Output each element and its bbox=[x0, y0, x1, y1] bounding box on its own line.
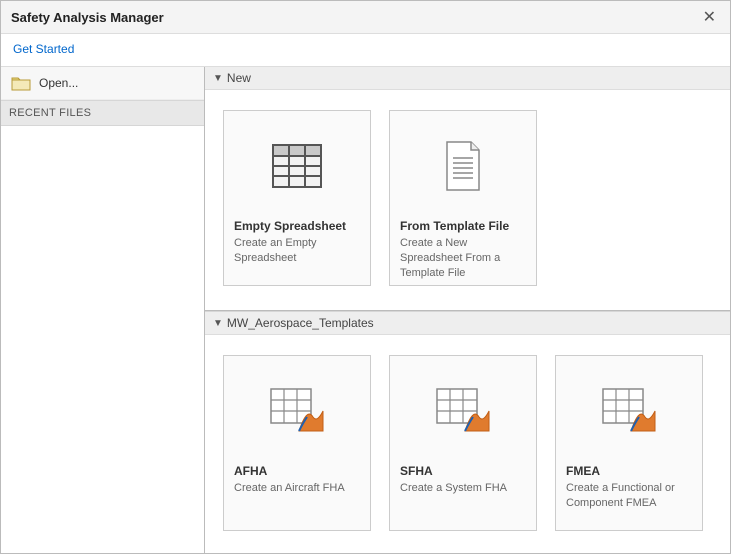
caret-down-icon: ▼ bbox=[213, 318, 223, 329]
safety-analysis-manager-window: Safety Analysis Manager ✕ Get Started Op… bbox=[0, 0, 731, 554]
card-desc: Create a Functional or Component FMEA bbox=[566, 481, 692, 511]
card-title: Empty Spreadsheet bbox=[234, 219, 360, 233]
card-meta: From Template File Create a New Spreadsh… bbox=[390, 211, 536, 291]
card-meta: FMEA Create a Functional or Component FM… bbox=[556, 456, 702, 521]
sheet-matlab-icon bbox=[556, 356, 702, 456]
section-aerospace-templates: ▼ MW_Aerospace_Templates bbox=[205, 311, 730, 553]
titlebar: Safety Analysis Manager ✕ bbox=[1, 1, 730, 34]
get-started-link[interactable]: Get Started bbox=[13, 42, 74, 56]
toolbar: Get Started bbox=[1, 34, 730, 67]
card-afha[interactable]: AFHA Create an Aircraft FHA bbox=[223, 355, 371, 531]
section-new-cards: Empty Spreadsheet Create an Empty Spread… bbox=[205, 90, 730, 292]
card-meta: Empty Spreadsheet Create an Empty Spread… bbox=[224, 211, 370, 276]
card-title: FMEA bbox=[566, 464, 692, 478]
document-icon bbox=[390, 111, 536, 211]
section-aero-cards: AFHA Create an Aircraft FHA bbox=[205, 335, 730, 537]
window-title: Safety Analysis Manager bbox=[11, 10, 164, 25]
sheet-matlab-icon bbox=[224, 356, 370, 456]
card-desc: Create a New Spreadsheet From a Template… bbox=[400, 236, 526, 281]
content-area: ▼ New bbox=[205, 67, 730, 553]
caret-down-icon: ▼ bbox=[213, 73, 223, 84]
card-title: SFHA bbox=[400, 464, 526, 478]
recent-files-header: RECENT FILES bbox=[1, 100, 204, 126]
card-from-template[interactable]: From Template File Create a New Spreadsh… bbox=[389, 110, 537, 286]
card-desc: Create a System FHA bbox=[400, 481, 526, 496]
card-fmea[interactable]: FMEA Create a Functional or Component FM… bbox=[555, 355, 703, 531]
section-new-title: New bbox=[227, 71, 251, 85]
card-sfha[interactable]: SFHA Create a System FHA bbox=[389, 355, 537, 531]
section-aero-title: MW_Aerospace_Templates bbox=[227, 316, 374, 330]
card-meta: AFHA Create an Aircraft FHA bbox=[224, 456, 370, 506]
sheet-matlab-icon bbox=[390, 356, 536, 456]
folder-icon bbox=[11, 75, 31, 91]
section-new-header[interactable]: ▼ New bbox=[205, 67, 730, 90]
close-button[interactable]: ✕ bbox=[699, 7, 720, 27]
section-new: ▼ New bbox=[205, 67, 730, 311]
card-meta: SFHA Create a System FHA bbox=[390, 456, 536, 506]
open-button[interactable]: Open... bbox=[1, 67, 204, 100]
card-desc: Create an Empty Spreadsheet bbox=[234, 236, 360, 266]
card-empty-spreadsheet[interactable]: Empty Spreadsheet Create an Empty Spread… bbox=[223, 110, 371, 286]
body: Open... RECENT FILES ▼ New bbox=[1, 67, 730, 553]
section-aero-header[interactable]: ▼ MW_Aerospace_Templates bbox=[205, 311, 730, 335]
spreadsheet-icon bbox=[224, 111, 370, 211]
card-title: AFHA bbox=[234, 464, 360, 478]
card-title: From Template File bbox=[400, 219, 526, 233]
open-label: Open... bbox=[39, 76, 78, 90]
sidebar: Open... RECENT FILES bbox=[1, 67, 205, 553]
card-desc: Create an Aircraft FHA bbox=[234, 481, 360, 496]
